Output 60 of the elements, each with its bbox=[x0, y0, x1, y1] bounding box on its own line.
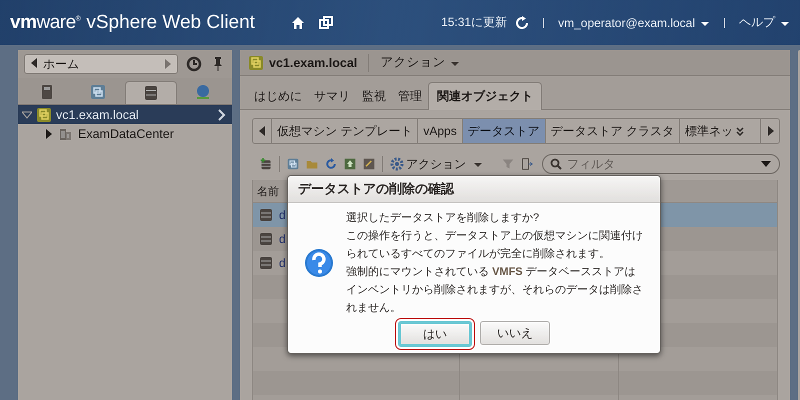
tree-item[interactable]: ExamDataCenter bbox=[18, 124, 232, 143]
table-cell: d bbox=[279, 208, 286, 222]
question-icon bbox=[304, 248, 334, 278]
update-time: 15:31に更新 bbox=[441, 14, 508, 31]
collapsed-arrow-icon[interactable] bbox=[44, 128, 54, 138]
refresh-icon[interactable] bbox=[515, 16, 530, 30]
dialog-title: データストアの削除の確認 bbox=[288, 176, 660, 203]
dialog-message: この操作を行うと、データストア上の仮想マシンに関連付けられているすべてのファイルが完全に削除されます。 bbox=[346, 228, 644, 262]
dialog-button[interactable]: はい bbox=[398, 321, 472, 347]
chevron-right-icon[interactable] bbox=[218, 108, 226, 120]
vm-icon bbox=[90, 84, 106, 100]
add-datastore-icon[interactable] bbox=[260, 156, 272, 172]
tab[interactable]: 管理 bbox=[392, 84, 428, 109]
actions-menu[interactable]: アクション bbox=[390, 156, 483, 172]
search-icon bbox=[550, 158, 562, 170]
datastore-icon bbox=[259, 208, 273, 222]
help-menu[interactable]: ヘルプ bbox=[739, 14, 790, 31]
back-arrow-icon bbox=[31, 58, 37, 68]
tab[interactable]: 関連オブジェクト bbox=[428, 82, 542, 110]
vcenter-icon bbox=[36, 106, 52, 122]
subtab[interactable]: データストア クラスタ bbox=[546, 119, 680, 143]
gear-icon bbox=[390, 157, 404, 171]
navigator-tab[interactable] bbox=[125, 81, 176, 104]
subtab[interactable]: データストア bbox=[462, 119, 546, 143]
subtab[interactable]: 仮想マシン テンプレート bbox=[272, 119, 418, 143]
column-header[interactable]: 名前 bbox=[253, 184, 279, 198]
windows-icon[interactable] bbox=[318, 16, 333, 29]
home-icon[interactable] bbox=[290, 16, 305, 30]
filter-field[interactable]: フィルタ bbox=[542, 154, 780, 174]
tab[interactable]: はじめに bbox=[248, 84, 308, 109]
caret-icon bbox=[700, 19, 710, 28]
dialog-button[interactable]: いいえ bbox=[480, 321, 550, 345]
caret-icon bbox=[472, 160, 483, 168]
history-icon[interactable] bbox=[186, 56, 202, 72]
user-menu[interactable]: vm_operator@exam.local bbox=[558, 16, 710, 30]
subtab[interactable]: 標準ネッ bbox=[680, 119, 750, 143]
globe-icon bbox=[195, 84, 212, 100]
vmware-logo: vmware$^{®}$ bbox=[10, 12, 80, 34]
dialog-message: 強制的にマウントされている VMFS データベースストアはインベントリから削除されますが、それらのデータは削除されません。 bbox=[346, 265, 644, 316]
forward-arrow-icon[interactable] bbox=[165, 59, 171, 69]
table-cell: d bbox=[279, 256, 286, 270]
tab[interactable]: 監視 bbox=[356, 84, 392, 109]
double-chevron-icon[interactable] bbox=[736, 126, 744, 136]
dialog-message: 選択したデータストアを削除しますか? bbox=[346, 211, 540, 226]
product-title: vSphere Web Client bbox=[86, 12, 255, 34]
datastore-icon bbox=[142, 85, 159, 101]
expanded-arrow-icon[interactable] bbox=[22, 110, 32, 120]
vms-icon[interactable] bbox=[286, 156, 299, 172]
back-button[interactable]: ホーム bbox=[24, 54, 178, 74]
columns-icon[interactable] bbox=[520, 156, 533, 172]
tree-item[interactable]: vc1.exam.local bbox=[18, 105, 232, 124]
actions-menu[interactable]: アクション bbox=[380, 54, 460, 71]
datastore-icon bbox=[259, 256, 273, 270]
object-title: vc1.exam.local bbox=[269, 56, 358, 70]
datastore-icon bbox=[259, 232, 273, 246]
vcenter-icon bbox=[248, 54, 264, 70]
tab[interactable]: サマリ bbox=[308, 84, 356, 109]
upload-icon[interactable] bbox=[344, 156, 356, 172]
dropdown-caret-icon[interactable] bbox=[761, 161, 771, 167]
table-cell: d bbox=[279, 232, 286, 246]
